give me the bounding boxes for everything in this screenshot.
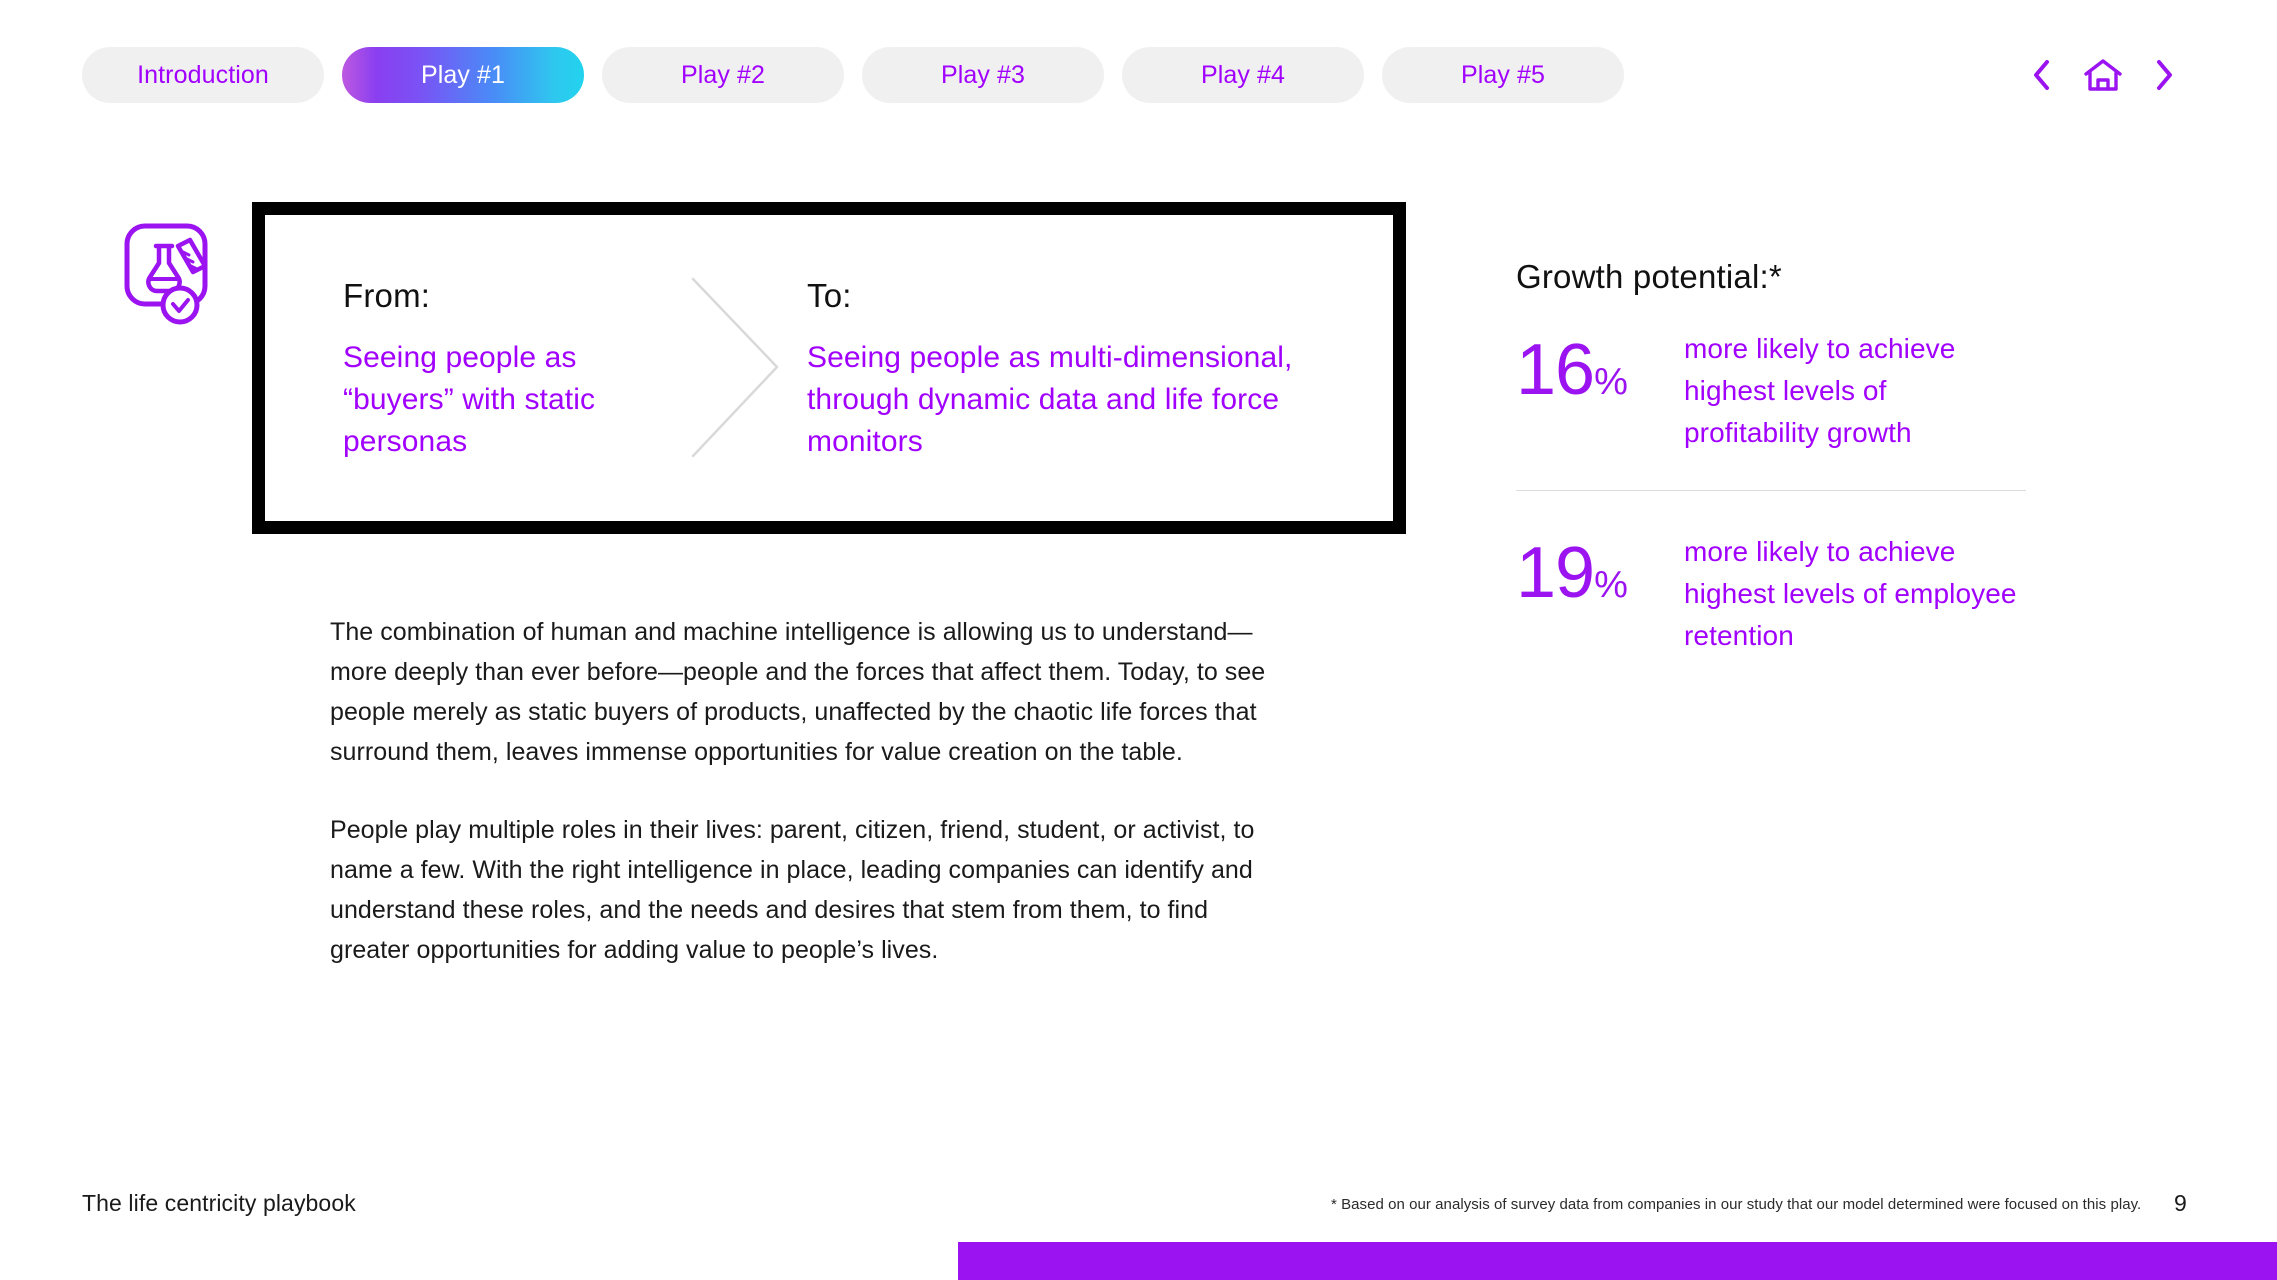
stat-separator [1516,490,2026,491]
stat-percent-symbol: % [1594,564,1628,606]
progress-bar-track [0,1242,2277,1280]
tab-play-4[interactable]: Play #4 [1122,47,1364,103]
footer-footnote: * Based on our analysis of survey data f… [1331,1196,2142,1213]
stat-number: 16 [1516,330,1595,410]
chevron-right-large-icon [685,275,785,460]
play-lab-icon [123,222,219,326]
stat-description: more likely to achieve highest levels of… [1684,536,2017,651]
body-paragraph-1: The combination of human and machine int… [330,618,1266,766]
next-page-button[interactable] [2145,55,2185,95]
stat-figure: 16% [1516,328,1684,406]
home-icon [2084,58,2122,92]
previous-page-button[interactable] [2021,55,2061,95]
growth-potential-title: Growth potential:* [1516,258,1782,295]
navigation-controls [2021,55,2185,95]
slide-root: Introduction Play #1 Play #2 Play #3 Pla… [0,0,2277,1280]
top-navigation-bar: Introduction Play #1 Play #2 Play #3 Pla… [0,0,2277,112]
tab-play-1[interactable]: Play #1 [342,47,584,103]
to-text: Seeing people as multi-dimensional, thro… [807,341,1293,458]
growth-potential-panel: Growth potential:* 16% more likely to ac… [1516,258,2026,657]
from-label: From: [343,277,431,314]
stat-number: 19 [1516,533,1595,613]
tab-play-5[interactable]: Play #5 [1382,47,1624,103]
tab-play-2[interactable]: Play #2 [602,47,844,103]
tab-list: Introduction Play #1 Play #2 Play #3 Pla… [82,47,1624,103]
footer-document-title: The life centricity playbook [82,1190,356,1216]
to-column: To: Seeing people as multi-dimensional, … [807,277,1367,463]
stat-item-retention: 19% more likely to achieve highest level… [1516,531,2026,657]
stat-percent-symbol: % [1594,361,1628,403]
stat-item-profitability: 16% more likely to achieve highest level… [1516,328,2026,454]
home-button[interactable] [2083,55,2123,95]
from-text: Seeing people as “buyers” with static pe… [343,341,596,458]
footer-page-number: 9 [2174,1190,2187,1216]
chevron-left-icon [2032,60,2050,90]
to-label: To: [807,277,852,314]
from-column: From: Seeing people as “buyers” with sta… [343,277,643,463]
stat-figure: 19% [1516,531,1684,609]
tab-introduction[interactable]: Introduction [82,47,324,103]
body-paragraph-2: People play multiple roles in their live… [330,816,1255,964]
from-to-inner: From: Seeing people as “buyers” with sta… [265,215,1393,521]
progress-bar-fill [958,1242,2277,1280]
from-to-frame: From: Seeing people as “buyers” with sta… [252,202,1406,534]
stat-description: more likely to achieve highest levels of… [1684,333,1956,448]
tab-play-3[interactable]: Play #3 [862,47,1104,103]
body-copy: The combination of human and machine int… [330,612,1290,970]
chevron-right-icon [2156,60,2174,90]
